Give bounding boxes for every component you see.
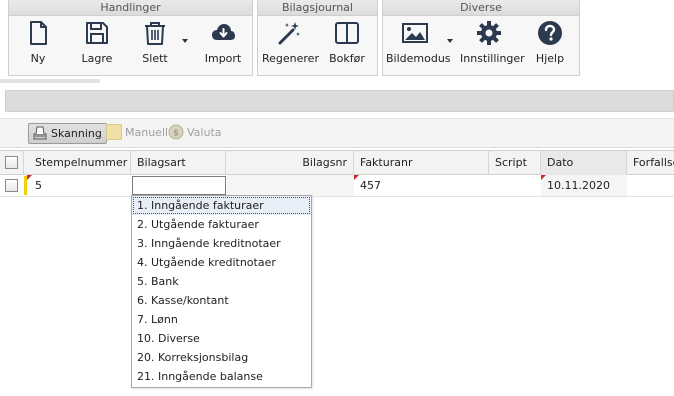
settings-button[interactable]: Innstillinger xyxy=(460,20,525,72)
bilagsart-option[interactable]: 6. Kasse/kontant xyxy=(132,291,311,310)
info-bar xyxy=(5,90,674,112)
bilagsart-option[interactable]: 1. Inngående fakturaer xyxy=(132,196,311,215)
new-button-label: Ny xyxy=(30,52,46,65)
bilagsart-option[interactable]: 3. Inngående kreditnotaer xyxy=(132,234,311,253)
cell-fakturanr-value: 457 xyxy=(360,179,381,192)
group-title-diverse: Diverse xyxy=(383,0,579,16)
save-button-label: Lagre xyxy=(81,52,113,65)
required-marker xyxy=(541,175,546,180)
regenerate-button[interactable]: Regenerer xyxy=(262,20,319,72)
floppy-disk-icon xyxy=(86,22,108,44)
column-header-dato[interactable]: Dato xyxy=(541,151,627,175)
column-header-forfallsdato[interactable]: Forfallsd xyxy=(627,151,674,175)
scanning-button[interactable]: Skanning xyxy=(28,123,107,144)
settings-button-label: Innstillinger xyxy=(460,52,525,65)
ribbon: Handlinger Bilagsjournal Diverse Ny Lagr… xyxy=(0,0,674,83)
cell-stempelnummer-value: 5 xyxy=(35,179,42,192)
scanner-icon xyxy=(33,126,47,140)
column-header-bilagsart[interactable]: Bilagsart xyxy=(131,151,226,175)
regenerate-button-label: Regenerer xyxy=(262,52,319,65)
app-window: Handlinger Bilagsjournal Diverse Ny Lagr… xyxy=(0,0,674,396)
required-marker xyxy=(354,175,359,180)
bilagsart-option[interactable]: 10. Diverse xyxy=(132,329,311,348)
group-title-bilagsjournal: Bilagsjournal xyxy=(258,0,377,16)
currency-button-label: Valuta xyxy=(187,126,222,139)
save-button[interactable]: Lagre xyxy=(78,20,116,72)
manual-button[interactable]: Manuell xyxy=(103,123,172,144)
image-icon xyxy=(402,23,428,43)
header-checkbox-cell xyxy=(0,151,24,175)
book-columns-icon xyxy=(335,22,359,44)
delete-dropdown-chevron-icon[interactable] xyxy=(182,39,188,43)
manual-button-label: Manuell xyxy=(125,126,169,139)
trash-icon xyxy=(145,22,165,45)
bilagsart-option[interactable]: 4. Utgående kreditnotaer xyxy=(132,253,311,272)
currency-button[interactable]: $ Valuta xyxy=(165,123,226,144)
cell-stempelnummer[interactable]: 5 xyxy=(27,175,131,196)
new-button[interactable]: Ny xyxy=(20,20,56,72)
manual-note-icon xyxy=(106,124,122,140)
column-header-fakturanr[interactable]: Fakturanr xyxy=(354,151,489,175)
magic-wand-icon xyxy=(278,22,300,45)
cell-forfallsdato[interactable] xyxy=(627,175,674,196)
help-button[interactable]: Hjelp xyxy=(533,20,567,72)
svg-text:$: $ xyxy=(173,129,179,139)
required-marker xyxy=(27,175,32,180)
gear-icon xyxy=(477,21,501,45)
bilagsart-option[interactable]: 7. Lønn xyxy=(132,310,311,329)
bilagsart-option[interactable]: 2. Utgående fakturaer xyxy=(132,215,311,234)
delete-button-label: Slett xyxy=(142,52,168,65)
bilagsart-option[interactable]: 21. Inngående balanse xyxy=(132,367,311,386)
import-button[interactable]: Import xyxy=(204,20,242,72)
cell-fakturanr[interactable]: 457 xyxy=(354,175,489,196)
post-button[interactable]: Bokfør xyxy=(329,20,365,72)
table-row[interactable]: 5 457 10.11.2020 xyxy=(0,175,674,197)
cell-script[interactable] xyxy=(489,175,541,196)
coin-icon: $ xyxy=(168,124,184,140)
row-checkbox[interactable] xyxy=(5,179,18,192)
group-title-handlinger: Handlinger xyxy=(9,0,252,16)
column-header-bilagsnr[interactable]: Bilagsnr xyxy=(226,151,354,175)
delete-button[interactable]: Slett xyxy=(137,20,173,72)
bilagsart-option[interactable]: 5. Bank xyxy=(132,272,311,291)
ribbon-scroll-indicator xyxy=(0,79,100,83)
import-button-label: Import xyxy=(204,52,242,65)
cell-dato-value: 10.11.2020 xyxy=(547,179,610,192)
mode-toolbar: Skanning Manuell $ Valuta xyxy=(0,118,674,148)
cell-bilagsnr[interactable] xyxy=(227,175,354,196)
image-mode-dropdown-chevron-icon[interactable] xyxy=(447,39,453,43)
column-header-script[interactable]: Script xyxy=(489,151,541,175)
column-header-stempelnummer[interactable]: Stempelnummer xyxy=(24,151,131,175)
cloud-download-icon xyxy=(212,24,235,40)
grid-header-row: Stempelnummer Bilagsart Bilagsnr Faktura… xyxy=(0,151,674,175)
cell-dato[interactable]: 10.11.2020 xyxy=(541,175,627,196)
bilagsart-input[interactable] xyxy=(132,176,226,195)
bilagsart-option[interactable]: 20. Korreksjonsbilag xyxy=(132,348,311,367)
bilagsart-dropdown-list[interactable]: 1. Inngående fakturaer 2. Utgående faktu… xyxy=(131,195,312,388)
select-all-checkbox[interactable] xyxy=(5,156,18,169)
voucher-grid: Stempelnummer Bilagsart Bilagsnr Faktura… xyxy=(0,150,674,396)
image-mode-button[interactable]: Bildemodus xyxy=(386,20,451,72)
post-button-label: Bokfør xyxy=(329,52,365,65)
new-document-icon xyxy=(30,21,47,45)
scanning-button-label: Skanning xyxy=(51,127,102,140)
image-mode-button-label: Bildemodus xyxy=(386,52,451,65)
help-icon xyxy=(538,21,562,45)
help-button-label: Hjelp xyxy=(535,52,565,65)
